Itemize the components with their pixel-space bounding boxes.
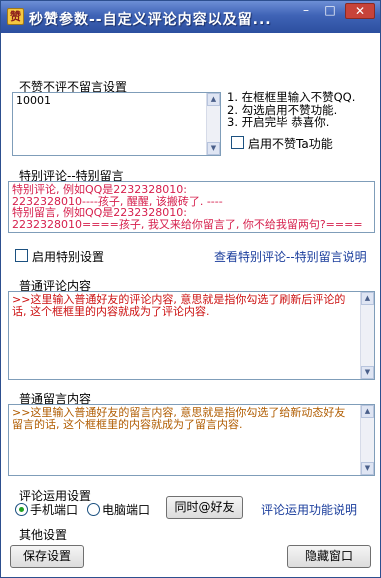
- enable-special-checkbox[interactable]: [15, 249, 28, 262]
- instruction-line: 1. 在框框里输入不赞QQ.: [227, 90, 356, 104]
- scroll-down-icon[interactable]: ▼: [361, 462, 374, 475]
- pc-port-label[interactable]: 电脑端口: [102, 501, 150, 518]
- save-settings-button[interactable]: 保存设置: [10, 545, 84, 568]
- comment-input[interactable]: >>这里输入普通好友的评论内容, 意思就是指你勾选了刷新后评论的话, 这个框框里…: [8, 291, 375, 380]
- special-line: 特别留言, 例如QQ是2232328010:: [12, 206, 188, 219]
- no-comment-scrollbar[interactable]: ▲ ▼: [206, 93, 220, 155]
- title-bar[interactable]: 赞 秒赞参数--自定义评论内容以及留... – □ ✕: [1, 1, 380, 33]
- enable-no-like-label[interactable]: 启用不赞Ta功能: [248, 135, 333, 152]
- no-comment-qq-input[interactable]: 10001 ▲ ▼: [12, 92, 221, 156]
- mobile-port-label[interactable]: 手机端口: [30, 501, 78, 518]
- message-scrollbar[interactable]: ▲ ▼: [360, 405, 374, 475]
- special-help-link[interactable]: 查看特别评论--特别留言说明: [214, 248, 367, 265]
- minimize-button[interactable]: –: [295, 3, 317, 19]
- instruction-line: 3. 开启完毕 恭喜你.: [227, 115, 330, 129]
- enable-no-like-checkbox[interactable]: [231, 136, 244, 149]
- no-comment-instructions: 1. 在框框里输入不赞QQ. 2. 勾选启用不赞功能. 3. 开启完毕 恭喜你.: [227, 91, 355, 129]
- other-label: 其他设置: [19, 528, 68, 542]
- scroll-down-icon[interactable]: ▼: [207, 142, 220, 155]
- pc-port-radio[interactable]: [87, 503, 100, 516]
- mobile-port-radio[interactable]: [15, 503, 28, 516]
- special-line: 2232328010====孩子, 我又来给你留言了, 你不给我留两句?====: [12, 217, 363, 231]
- hide-window-button[interactable]: 隐藏窗口: [287, 545, 371, 568]
- usage-help-link[interactable]: 评论运用功能说明: [261, 501, 357, 518]
- settings-window: 赞 秒赞参数--自定义评论内容以及留... – □ ✕ 不赞不评不留言设置 10…: [0, 0, 381, 578]
- scroll-up-icon[interactable]: ▲: [361, 292, 374, 305]
- special-line: 特别评论, 例如QQ是2232328010:: [12, 183, 188, 196]
- comment-scrollbar[interactable]: ▲ ▼: [360, 292, 374, 379]
- message-input[interactable]: >>这里输入普通好友的留言内容, 意思就是指你勾选了给新动态好友留言的话, 这个…: [8, 404, 375, 476]
- scroll-up-icon[interactable]: ▲: [361, 405, 374, 418]
- comment-text: >>这里输入普通好友的评论内容, 意思就是指你勾选了刷新后评论的话, 这个框框里…: [12, 293, 346, 318]
- app-icon: 赞: [7, 8, 24, 25]
- no-comment-qq-value: 10001: [16, 94, 51, 107]
- window-client: 不赞不评不留言设置 10001 ▲ ▼ 1. 在框框里输入不赞QQ. 2. 勾选…: [5, 33, 376, 574]
- special-input[interactable]: 特别评论, 例如QQ是2232328010: 2232328010----孩子,…: [8, 181, 375, 233]
- enable-special-label[interactable]: 启用特别设置: [32, 248, 104, 265]
- scroll-up-icon[interactable]: ▲: [207, 93, 220, 106]
- scroll-down-icon[interactable]: ▼: [361, 366, 374, 379]
- message-text: >>这里输入普通好友的留言内容, 意思就是指你勾选了给新动态好友留言的话, 这个…: [12, 406, 346, 431]
- maximize-button[interactable]: □: [319, 3, 341, 19]
- close-button[interactable]: ✕: [345, 3, 375, 19]
- at-friends-button[interactable]: 同时@好友: [166, 496, 243, 519]
- window-title: 秒赞参数--自定义评论内容以及留...: [29, 12, 272, 28]
